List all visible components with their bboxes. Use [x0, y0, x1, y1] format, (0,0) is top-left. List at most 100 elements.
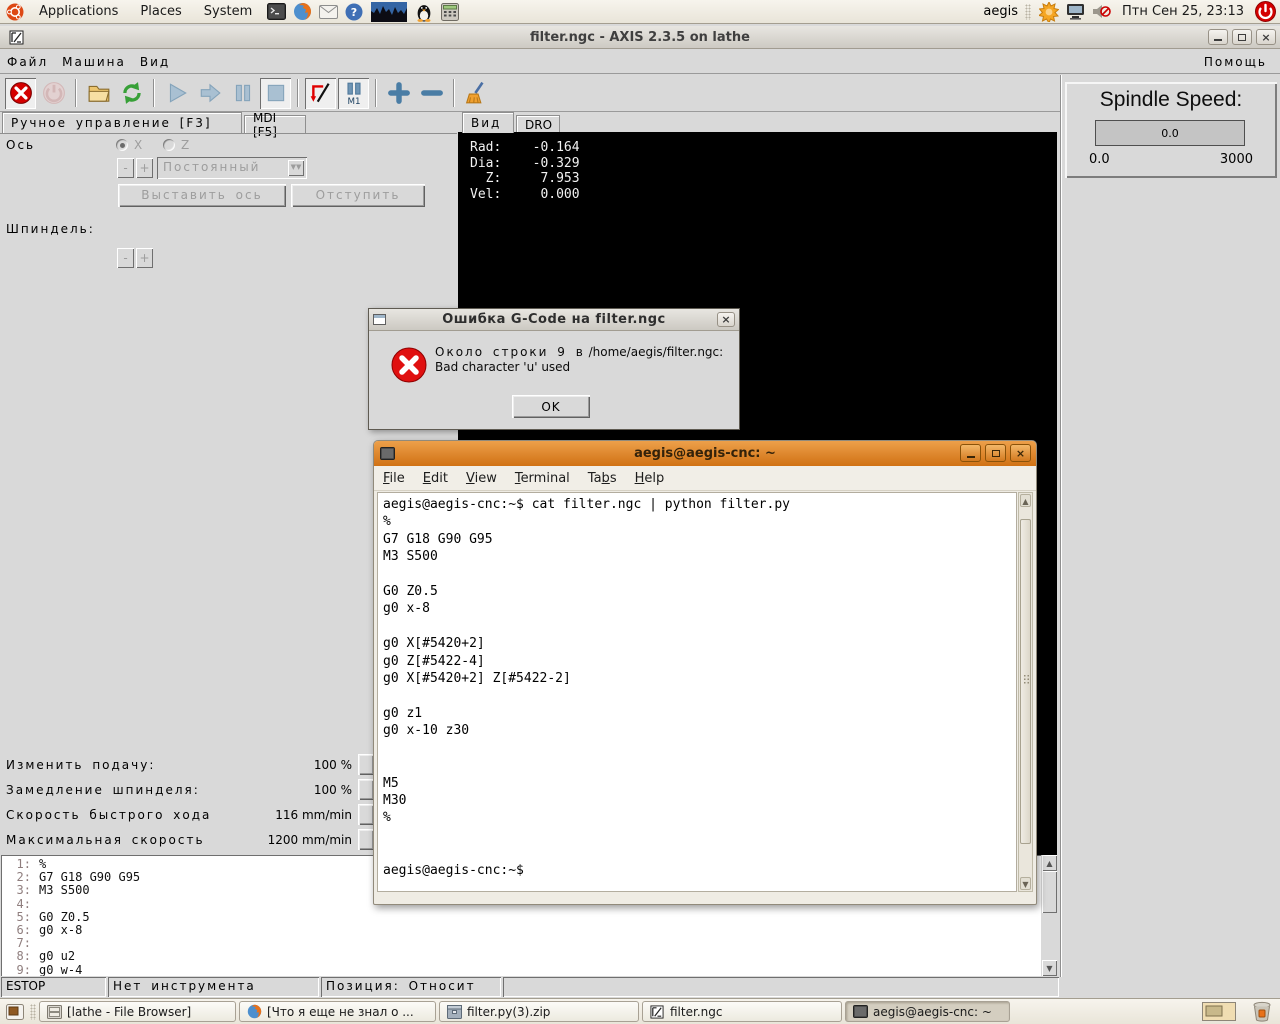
task-firefox[interactable]: [Что я еще не знал о ... [239, 1001, 436, 1022]
terminal-launcher-icon[interactable] [265, 2, 287, 22]
error-dialog-titlebar[interactable]: Ошибка G-Code на filter.ngc × [369, 309, 739, 331]
terminal-menu-terminal[interactable]: Terminal [506, 471, 579, 486]
gcode-scrollbar-thumb[interactable] [1042, 871, 1057, 913]
jog-mode-combobox[interactable]: Постоянный ▼▼ [157, 157, 307, 179]
terminal-menu-view[interactable]: View [457, 471, 506, 486]
gcode-line[interactable]: 9: g0 w-4 [1, 963, 1041, 976]
menu-file[interactable]: Файл [0, 55, 55, 69]
terminal-menu-edit[interactable]: Edit [414, 471, 457, 486]
feed-override-value: 100 % [313, 758, 352, 772]
help-icon[interactable]: ? [343, 2, 365, 22]
tab-preview[interactable]: Вид [462, 112, 514, 133]
terminal-scrollbar[interactable]: ▲ ▼ [1018, 492, 1033, 892]
run-icon [169, 83, 187, 103]
task-axis-filter-ngc[interactable]: filter.ngc [642, 1001, 842, 1022]
reload-file-button[interactable] [116, 77, 147, 109]
axis-minimize-button[interactable] [1208, 29, 1228, 45]
scroll-up-icon[interactable]: ▲ [1042, 855, 1057, 871]
menu-applications[interactable]: Applications [30, 0, 127, 23]
workspace-switcher[interactable] [1202, 1002, 1236, 1024]
menu-view[interactable]: Вид [133, 55, 177, 69]
ok-button[interactable]: OK [512, 395, 590, 418]
radio-axis-z[interactable] [163, 139, 175, 151]
axis-maximize-button[interactable] [1232, 29, 1252, 45]
task-terminal[interactable]: aegis@aegis-cnc: ~ [845, 1001, 1010, 1022]
optional-pause-toggle-button[interactable]: M1 [338, 77, 369, 109]
axis-close-button[interactable]: × [1256, 29, 1276, 45]
step-program-button[interactable] [194, 77, 225, 109]
gcode-scrollbar[interactable]: ▲ ▼ [1042, 855, 1057, 976]
display-settings-icon[interactable] [1064, 2, 1086, 22]
update-notifier-icon[interactable] [1038, 1, 1060, 22]
menu-machine[interactable]: Машина [55, 55, 133, 69]
pane-divider [1060, 75, 1062, 977]
stop-program-button[interactable] [260, 77, 291, 109]
ubuntu-logo-icon[interactable] [4, 2, 26, 22]
status-tool: Нет инструмента [108, 977, 319, 997]
tab-mdi[interactable]: MDI [F5] [244, 111, 306, 139]
spindle-gauge-max: 3000 [1219, 152, 1253, 167]
terminal-scrollbar-thumb[interactable] [1020, 519, 1031, 844]
terminal-close-button[interactable]: × [1010, 444, 1031, 462]
terminal-menu-file[interactable]: File [374, 471, 414, 486]
archive-icon [446, 1004, 462, 1020]
max-velocity-slider[interactable] [358, 829, 374, 850]
spindle-minus-button[interactable]: - [117, 248, 134, 268]
volume-muted-icon[interactable] [1090, 2, 1112, 22]
zoom-in-button[interactable] [383, 77, 414, 109]
scroll-down-icon[interactable]: ▼ [1042, 960, 1057, 976]
scroll-up-icon[interactable]: ▲ [1020, 494, 1031, 507]
zoom-out-button[interactable] [416, 77, 447, 109]
open-file-button[interactable] [83, 77, 114, 109]
terminal-title: aegis@aegis-cnc: ~ [634, 446, 776, 461]
pause-program-button[interactable] [227, 77, 258, 109]
estop-button[interactable] [5, 77, 36, 109]
status-position-mode: Позиция: Относит [321, 977, 501, 997]
gcode-line[interactable]: 8: g0 u2 [1, 950, 1041, 963]
axis-window-titlebar[interactable]: filter.ngc - AXIS 2.3.5 on lathe × [0, 26, 1280, 49]
menu-system[interactable]: System [195, 0, 261, 23]
tux-icon[interactable] [413, 2, 435, 22]
spindle-override-slider[interactable] [358, 779, 374, 800]
terminal-titlebar[interactable]: aegis@aegis-cnc: ~ × [374, 441, 1036, 466]
clock-label[interactable]: Птн Сен 25, 23:13 [1116, 4, 1250, 19]
clear-plot-button[interactable] [461, 77, 492, 109]
username-label[interactable]: aegis [983, 4, 1018, 19]
calculator-icon[interactable] [439, 2, 461, 22]
gcode-line[interactable]: 6: g0 x-8 [1, 923, 1041, 937]
error-dialog-close-button[interactable]: × [717, 312, 735, 327]
terminal-menu-help[interactable]: Help [626, 471, 674, 486]
feed-override-slider[interactable] [358, 754, 374, 775]
mail-icon[interactable] [317, 2, 339, 22]
radio-axis-x[interactable] [116, 139, 128, 151]
machine-power-button[interactable] [38, 77, 69, 109]
task-file-browser[interactable]: [lathe - File Browser] [39, 1001, 236, 1022]
menu-help[interactable]: Помощь [1197, 55, 1274, 69]
run-program-button[interactable] [161, 77, 192, 109]
home-axis-button[interactable]: Выставить ось [118, 184, 286, 207]
jog-minus-button[interactable]: - [117, 158, 134, 178]
jog-plus-button[interactable]: + [136, 158, 153, 178]
terminal-content[interactable]: aegis@aegis-cnc:~$ cat filter.ngc | pyth… [377, 492, 1017, 892]
skip-lines-toggle-button[interactable] [305, 77, 336, 109]
tab-manual-control[interactable]: Ручное управление [F3] [2, 112, 242, 133]
terminal-minimize-button[interactable] [960, 444, 981, 462]
jog-speed-slider[interactable] [358, 804, 374, 825]
touch-off-button[interactable]: Отступить [291, 184, 425, 207]
terminal-menu-tabs[interactable]: Tabs [579, 471, 626, 486]
scroll-down-icon[interactable]: ▼ [1020, 877, 1031, 890]
spindle-plus-button[interactable]: + [136, 248, 153, 268]
task-zip-archive[interactable]: filter.py(3).zip [439, 1001, 639, 1022]
terminal-maximize-button[interactable] [985, 444, 1006, 462]
show-desktop-button[interactable] [3, 1002, 27, 1022]
gcode-line[interactable]: 5: G0 Z0.5 [1, 910, 1041, 924]
tab-dro[interactable]: DRO [516, 115, 560, 133]
menu-places[interactable]: Places [131, 0, 190, 23]
system-monitor-applet[interactable] [369, 1, 409, 22]
firefox-launcher-icon[interactable] [291, 2, 313, 22]
logout-power-button[interactable] [1254, 1, 1276, 22]
trash-icon[interactable] [1252, 1001, 1272, 1024]
gcode-line[interactable]: 7: [1, 937, 1041, 950]
firefox-icon [246, 1004, 262, 1020]
status-blank [503, 977, 1059, 997]
